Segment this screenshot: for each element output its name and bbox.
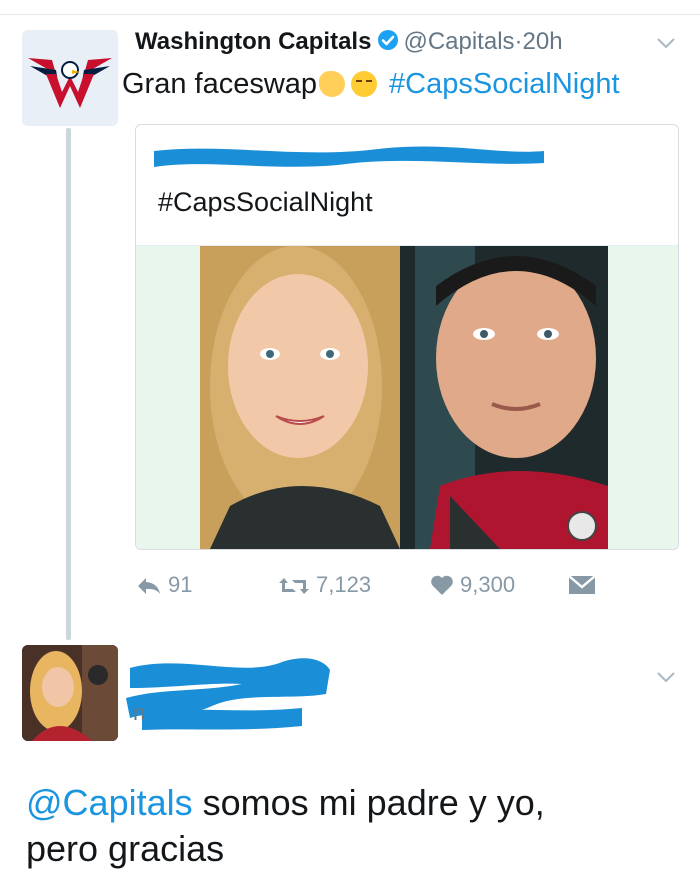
quoted-tweet-card[interactable]: #CapsSocialNight	[135, 124, 679, 550]
chevron-down-icon[interactable]	[656, 30, 676, 56]
reply-count: 91	[168, 572, 193, 597]
ok-hand-emoji-icon	[319, 71, 346, 97]
envelope-icon	[568, 575, 596, 594]
tweet-text: Gran faceswap #CapsSocialNight	[122, 68, 620, 101]
like-action[interactable]: 9,300	[430, 572, 515, 598]
reply-name-fragment: n	[133, 700, 146, 725]
selfie-image	[200, 246, 608, 549]
thread-connector-line	[66, 128, 71, 640]
card-hashtag[interactable]: #CapsSocialNight	[158, 187, 373, 218]
reply-line-1: somos mi padre y yo,	[202, 782, 545, 823]
reply-user-avatar[interactable]	[22, 645, 118, 741]
tweet-actions: 91 7,123 9,300	[0, 572, 700, 602]
retweet-action[interactable]: 7,123	[278, 572, 371, 598]
selfie-photo[interactable]	[200, 246, 608, 549]
redaction-scribble	[154, 146, 544, 167]
retweet-icon	[279, 578, 309, 594]
reply-mention-link[interactable]: @Capitals	[26, 782, 193, 823]
retweet-count: 7,123	[316, 572, 372, 597]
user-photo	[22, 645, 118, 741]
top-divider	[0, 14, 700, 15]
reply-text: @Capitals somos mi padre y yo, pero grac…	[26, 780, 686, 872]
chevron-down-icon[interactable]	[656, 664, 676, 690]
timestamp[interactable]: 20h	[523, 28, 563, 55]
reply-icon	[138, 578, 160, 594]
tweet-header: Washington Capitals @Capitals·20h	[135, 28, 563, 58]
like-count: 9,300	[460, 572, 516, 597]
handle[interactable]: @Capitals	[403, 28, 514, 55]
smirk-emoji-icon	[351, 71, 378, 97]
verified-badge-icon	[377, 29, 399, 58]
hashtag-link[interactable]: #CapsSocialNight	[389, 68, 620, 100]
separator-dot: ·	[514, 28, 523, 55]
capitals-eagle-logo	[22, 30, 118, 126]
heart-icon	[431, 575, 453, 595]
reply-redaction-scribble	[126, 658, 330, 730]
tweet-body: Gran faceswap	[122, 68, 318, 100]
message-action[interactable]	[568, 572, 602, 598]
display-name[interactable]: Washington Capitals	[135, 28, 371, 55]
reply-action[interactable]: 91	[136, 572, 192, 598]
capitals-avatar[interactable]	[22, 30, 118, 126]
reply-line-2: pero gracias	[26, 828, 225, 869]
